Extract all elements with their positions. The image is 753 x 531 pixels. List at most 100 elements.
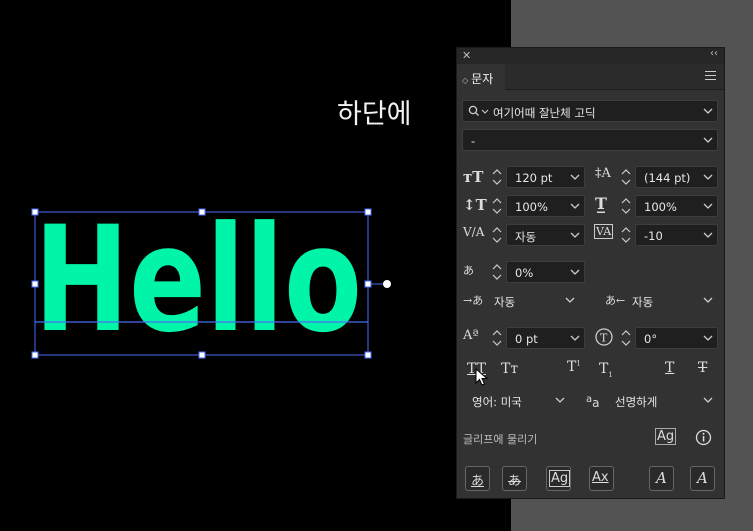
leading-value: (144 pt) [644, 171, 691, 185]
chevron-down-icon [703, 174, 713, 180]
artwork-layer[interactable]: Hello [0, 0, 511, 531]
superscript-button[interactable]: T1 [567, 359, 581, 375]
svg-text:T: T [600, 332, 608, 345]
aki-left-icon: →あ [463, 294, 484, 307]
aki-left-value: 자동 [494, 295, 516, 309]
chevron-down-icon [570, 174, 580, 180]
aki-right-value: 자동 [632, 295, 654, 309]
horizontal-scale-stepper[interactable] [620, 195, 632, 217]
out-port[interactable] [383, 280, 391, 288]
chevron-down-icon [703, 297, 713, 303]
chevron-down-icon [703, 137, 713, 143]
center-icon: あ [508, 474, 522, 489]
mouse-cursor-icon [475, 368, 489, 386]
search-icon [468, 105, 489, 116]
chevron-down-icon [570, 335, 580, 341]
antialias-icon: aa [586, 394, 600, 410]
angular-icon: A [656, 469, 667, 487]
aki-left-field[interactable]: 자동 [485, 289, 580, 311]
leading-icon: ‡A [595, 166, 611, 181]
kerning-field[interactable]: 자동 [506, 224, 585, 246]
close-icon[interactable]: ✕ [462, 49, 471, 62]
chevron-down-icon [555, 397, 565, 403]
subscript-button[interactable]: T1 [599, 361, 613, 379]
glyph-bounds-icon: Ag [549, 470, 571, 487]
rotation-stepper[interactable] [620, 327, 632, 349]
snap-to-glyph-bounds-button[interactable]: Ag [546, 466, 571, 491]
horizontal-scale-field[interactable]: 100% [635, 195, 718, 217]
tab-character-label: 문자 [471, 72, 494, 86]
proximity-icon: Ax [592, 470, 609, 485]
font-style-field[interactable]: - [462, 129, 718, 151]
character-panel: ✕ ‹‹ ◇ 문자 여기어때 잘난체 고딕 - ᴛT 120 pt ‡A (144… [456, 47, 725, 499]
collapse-icon[interactable]: ‹‹ [710, 48, 718, 59]
chevron-down-icon [570, 269, 580, 275]
aki-right-field[interactable]: 자동 [623, 289, 718, 311]
leading-field[interactable]: (144 pt) [635, 166, 718, 188]
glyph-snap-icon[interactable]: Ag [655, 428, 677, 445]
tsume-field[interactable]: 0% [506, 261, 585, 283]
strikethrough-button[interactable]: T [698, 360, 707, 376]
angular-guide-button[interactable]: A [649, 466, 674, 491]
hello-text[interactable]: Hello [34, 195, 362, 365]
kerning-stepper[interactable] [491, 224, 503, 246]
tsume-value: 0% [515, 266, 534, 280]
snap-to-baseline-button[interactable]: あ [465, 466, 490, 491]
chevron-down-icon [703, 232, 713, 238]
anchor-icon: A [697, 469, 708, 487]
small-caps-button[interactable]: Tт [501, 361, 518, 377]
antialias-value: 선명하게 [615, 395, 658, 409]
snap-to-proximity-button[interactable]: Ax [589, 466, 614, 491]
character-rotation-icon: T [595, 328, 613, 346]
baseline-shift-value: 0 pt [515, 332, 538, 346]
font-size-icon: ᴛT [463, 168, 484, 186]
kerning-icon: V/A [463, 225, 485, 239]
tab-chevron-icon: ◇ [462, 76, 469, 85]
panel-topbar: ✕ ‹‹ [457, 48, 724, 64]
chevron-down-icon [703, 335, 713, 341]
underline-button[interactable]: T [665, 360, 674, 376]
horizontal-scale-icon: T̲ [595, 194, 607, 213]
vertical-scale-stepper[interactable] [491, 195, 503, 217]
tsume-icon: あ [463, 264, 474, 277]
chevron-down-icon [703, 108, 713, 114]
font-family-value: 여기어때 잘난체 고딕 [493, 106, 596, 120]
baseline-shift-field[interactable]: 0 pt [506, 327, 585, 349]
language-select[interactable]: 영어: 미국 [465, 389, 570, 411]
chevron-down-icon [703, 397, 713, 403]
tracking-stepper[interactable] [620, 224, 632, 246]
font-size-value: 120 pt [515, 171, 553, 185]
baseline-shift-icon: Aª [463, 328, 479, 343]
font-family-field[interactable]: 여기어때 잘난체 고딕 [462, 100, 718, 122]
chevron-down-icon [703, 203, 713, 209]
baseline-icon: あ [471, 474, 485, 489]
chevron-down-icon [570, 232, 580, 238]
kerning-value: 자동 [515, 230, 537, 244]
chevron-down-icon [565, 297, 575, 303]
vertical-scale-value: 100% [515, 200, 548, 214]
leading-stepper[interactable] [620, 166, 632, 188]
rotation-value: 0° [644, 332, 658, 346]
tracking-value: -10 [644, 229, 663, 243]
panel-menu-icon[interactable] [705, 71, 716, 81]
horizontal-scale-value: 100% [644, 200, 677, 214]
snap-to-glyph-label: 글리프에 물리기 [463, 433, 538, 446]
anchor-point-button[interactable]: A [690, 466, 715, 491]
tracking-icon: VA [594, 224, 614, 239]
font-style-value: - [471, 134, 476, 148]
tab-character[interactable]: ◇ 문자 [457, 64, 505, 90]
tsume-stepper[interactable] [491, 261, 503, 283]
panel-tabbar: ◇ 문자 [457, 64, 724, 90]
vertical-scale-field[interactable]: 100% [506, 195, 585, 217]
language-value: 영어: 미국 [472, 395, 522, 409]
font-size-stepper[interactable] [491, 166, 503, 188]
antialias-select[interactable]: 선명하게 [608, 389, 718, 411]
rotation-field[interactable]: 0° [635, 327, 718, 349]
chevron-down-icon [570, 203, 580, 209]
baseline-shift-stepper[interactable] [491, 327, 503, 349]
vertical-scale-icon: ↕T [463, 196, 487, 214]
font-size-field[interactable]: 120 pt [506, 166, 585, 188]
info-icon[interactable] [695, 429, 712, 446]
tracking-field[interactable]: -10 [635, 224, 718, 246]
snap-to-center-button[interactable]: あ [502, 466, 527, 491]
